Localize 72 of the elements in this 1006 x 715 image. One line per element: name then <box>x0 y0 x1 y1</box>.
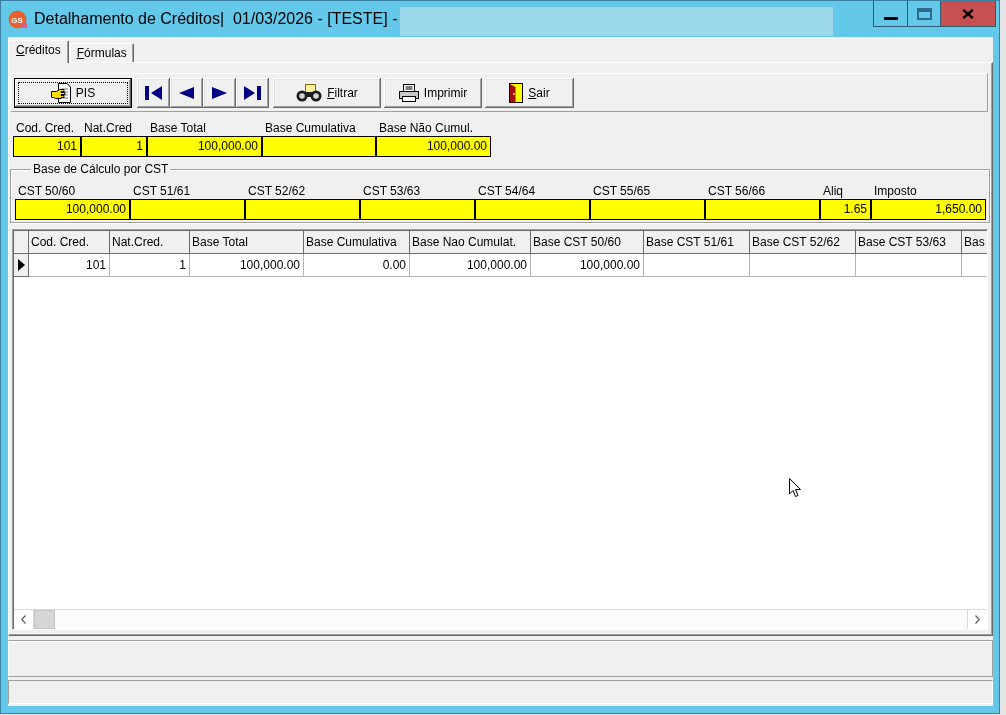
input-field[interactable]: 100,000.00 <box>15 199 130 220</box>
group-title: Base de Cálculo por CST <box>32 162 170 176</box>
left-triangle-icon <box>179 87 194 99</box>
column-header: Base CST 51/61 <box>644 231 750 254</box>
window-title: Detalhamento de Créditos| 01/03/2026 - [TESTE] - <box>34 9 398 29</box>
input-field[interactable] <box>475 199 590 220</box>
mouse-pointer-icon <box>789 478 801 497</box>
horizontal-scrollbar[interactable] <box>14 609 987 629</box>
minimize-button[interactable] <box>873 1 907 27</box>
app-logo: GS <box>8 10 28 29</box>
close-icon <box>962 9 974 19</box>
field-label: Base Não Cumul. <box>378 120 474 136</box>
input-field[interactable] <box>705 199 820 220</box>
field-label: Nat.Cred <box>83 120 133 136</box>
column-header: Base Nao Cumulat. <box>410 231 531 254</box>
scroll-left-button[interactable] <box>14 610 34 629</box>
input-field[interactable]: 101 <box>13 136 81 157</box>
field-label: Base Total <box>149 120 206 136</box>
field-label: CST 55/65 <box>592 183 651 199</box>
column-header: Base CST 53/63 <box>856 231 962 254</box>
input-field[interactable] <box>130 199 245 220</box>
pis-button[interactable]: PIS <box>14 78 132 108</box>
right-triangle-icon <box>212 87 227 99</box>
close-button[interactable] <box>940 1 996 27</box>
first-button[interactable] <box>137 78 170 108</box>
column-header: Bas <box>962 231 987 254</box>
field-label: CST 53/63 <box>362 183 421 199</box>
input-field[interactable] <box>245 199 360 220</box>
field-label: CST 50/60 <box>17 183 76 199</box>
input-field[interactable]: 1,650.00 <box>871 199 986 220</box>
input-field[interactable]: 1 <box>81 136 147 157</box>
column-header: Cod. Cred. <box>29 231 110 254</box>
field-label: CST 51/61 <box>132 183 191 199</box>
input-field[interactable]: 100,000.00 <box>376 136 491 157</box>
maximize-icon <box>916 8 932 20</box>
hand-document-icon <box>50 83 71 103</box>
input-field[interactable]: 1.65 <box>820 199 871 220</box>
field-label: CST 52/62 <box>247 183 306 199</box>
input-field[interactable]: 100,000.00 <box>147 136 262 157</box>
field-label: Base Cumulativa <box>264 120 356 136</box>
skip-to-end-icon <box>244 86 261 100</box>
tab[interactable]: Créditos <box>8 40 69 63</box>
exit-button[interactable]: Sair <box>485 78 574 108</box>
chevron-left-icon <box>21 615 26 624</box>
column-header: Base CST 50/60 <box>531 231 644 254</box>
column-header: Base CST 52/62 <box>750 231 856 254</box>
input-field[interactable] <box>590 199 705 220</box>
field-label: Cod. Cred. <box>15 120 75 136</box>
field-label: CST 54/64 <box>477 183 536 199</box>
binoculars-icon <box>296 84 323 102</box>
input-field[interactable] <box>360 199 475 220</box>
input-field[interactable] <box>262 136 376 157</box>
scroll-right-button[interactable] <box>967 610 987 629</box>
printer-icon <box>398 84 419 102</box>
next-button[interactable] <box>203 78 236 108</box>
previous-button[interactable] <box>170 78 203 108</box>
field-label: Imposto <box>873 183 917 199</box>
minimize-icon <box>883 17 898 20</box>
tab[interactable]: Fórmulas <box>69 43 134 62</box>
scrollbar-thumb[interactable] <box>34 610 55 629</box>
last-button[interactable] <box>236 78 269 108</box>
filter-button[interactable]: Filtrar <box>273 78 381 108</box>
chevron-right-icon <box>975 615 980 624</box>
column-header: Nat.Cred. <box>110 231 190 254</box>
maximize-button[interactable] <box>907 1 940 27</box>
skip-to-start-icon <box>145 86 162 100</box>
column-header: Base Cumulativa <box>304 231 410 254</box>
field-label: Aliq <box>822 183 843 199</box>
field-label: CST 56/66 <box>707 183 766 199</box>
print-button[interactable]: Imprimir <box>384 78 482 108</box>
door-icon <box>509 83 524 103</box>
column-header: Base Total <box>190 231 304 254</box>
